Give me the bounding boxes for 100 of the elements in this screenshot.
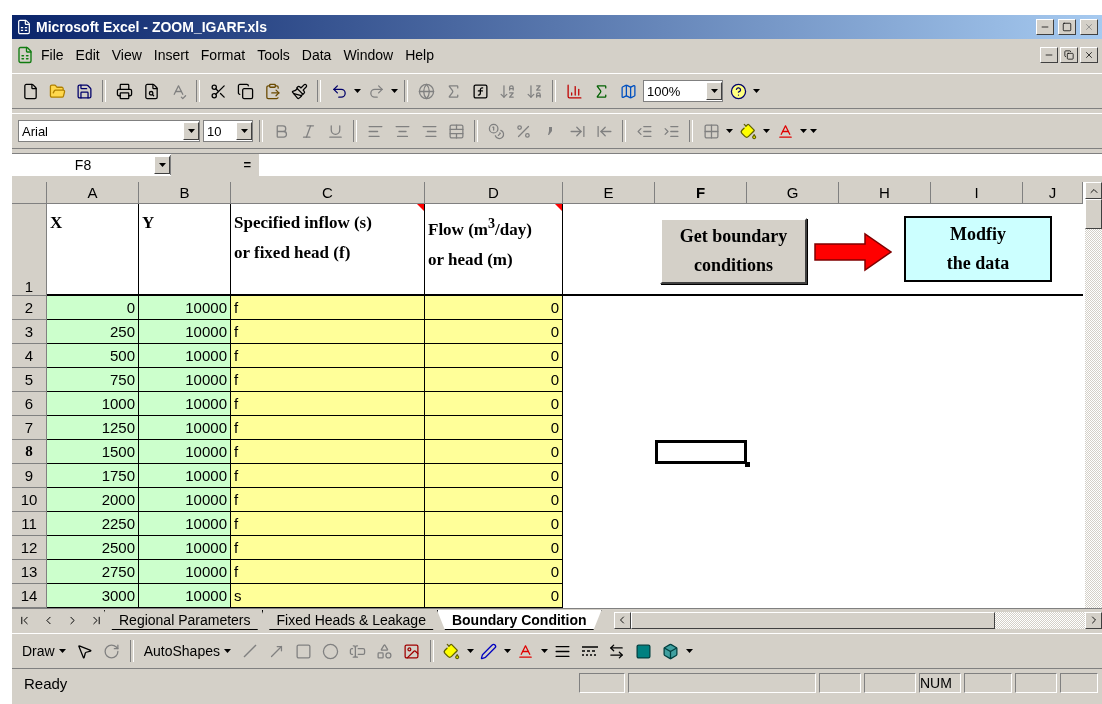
font-size-field[interactable]: 10 [203,120,253,142]
clip-art-icon [403,642,421,660]
cube-icon [662,642,680,660]
row-header[interactable]: 2 [12,296,47,320]
column-header[interactable]: J [1023,182,1083,204]
row-header[interactable]: 8 [12,440,47,464]
help-icon [729,82,747,100]
table-cell: 10000 [139,488,231,512]
redo-icon [367,82,385,100]
row-header[interactable]: 4 [12,344,47,368]
scroll-thumb[interactable] [1085,199,1102,229]
scroll-right-button[interactable] [1085,611,1102,629]
column-header[interactable]: C [231,182,425,204]
caret-icon [223,649,231,653]
table-cell: 0 [425,584,563,608]
row-header[interactable]: 6 [12,392,47,416]
table-cell: 0 [425,416,563,440]
bar-chart-icon [565,82,583,100]
macro-button[interactable]: Modfiy the data [904,216,1052,282]
row-header[interactable]: 13 [12,560,47,584]
table-cell: 0 [425,392,563,416]
close-button[interactable] [1080,47,1098,63]
caret-icon [466,649,474,653]
row-header[interactable]: 1 [12,204,47,296]
column-header[interactable]: D [425,182,563,204]
menu-item[interactable]: File [36,45,69,65]
select-all-corner[interactable] [12,182,47,204]
menu-item[interactable]: Edit [70,45,105,65]
row-header[interactable]: 3 [12,320,47,344]
row-header[interactable]: 14 [12,584,47,608]
minimize-button[interactable] [1040,47,1058,63]
column-header[interactable]: E [563,182,655,204]
close-icon [1084,50,1094,60]
arrow-style-icon [608,642,626,660]
table-cell: 10000 [139,368,231,392]
column-header[interactable]: I [931,182,1023,204]
menu-item[interactable]: Insert [148,45,194,65]
underline-icon [326,122,344,140]
row-header[interactable]: 9 [12,464,47,488]
dropdown-button[interactable] [706,82,722,100]
menu-item[interactable]: Format [195,45,251,65]
table-cell: 10000 [139,416,231,440]
spreadsheet-icon [16,19,32,35]
merge-cells-icon [447,122,465,140]
column-header[interactable]: A [47,182,139,204]
table-cell: f [231,560,425,584]
table-cell: 0 [425,488,563,512]
formula-equals[interactable]: = [171,154,259,176]
column-header[interactable]: H [839,182,931,204]
table-cell: 10000 [139,392,231,416]
menu-item[interactable]: Data [296,45,337,65]
macro-button[interactable]: Get boundary conditions [660,218,807,284]
horizontal-scrollbar[interactable] [613,611,1102,629]
table-cell: 1250 [47,416,139,440]
sheet-tab[interactable]: Boundary Condition [436,610,602,630]
menu-item[interactable]: Help [400,45,439,65]
row-header[interactable]: 7 [12,416,47,440]
table-cell: 0 [425,368,563,392]
caret-icon [158,163,166,167]
column-header[interactable]: G [747,182,839,204]
caret-icon [540,649,548,653]
scroll-thumb[interactable] [630,611,995,629]
status-pane [819,673,861,693]
name-box[interactable]: F8 [12,155,171,175]
close-button[interactable] [1080,19,1098,35]
restore-button[interactable] [1060,47,1078,63]
caret-icon [354,89,361,93]
autoshapes-menu-button[interactable]: AutoShapes [139,639,235,663]
menu-item[interactable]: View [106,45,147,65]
undo-icon [330,82,348,100]
font-field[interactable]: Arial [18,120,200,142]
scissors-icon [209,82,227,100]
table-cell: 0 [425,536,563,560]
dropdown-button[interactable] [183,122,199,140]
row-header[interactable]: 12 [12,536,47,560]
menu-item[interactable]: Window [338,45,399,65]
pointer-icon [76,642,94,660]
borders-icon [702,122,720,140]
table-cell: f [231,488,425,512]
row-header[interactable]: 10 [12,488,47,512]
num-lock-indicator: NUM [919,673,961,693]
table-cell: f [231,320,425,344]
scroll-up-button[interactable] [1085,182,1102,199]
table-cell: f [231,344,425,368]
table-cell: f [231,536,425,560]
scroll-left-button[interactable] [613,611,631,629]
dropdown-button[interactable] [154,156,170,174]
dropdown-button[interactable] [236,122,252,140]
menu-item[interactable]: Tools [252,45,295,65]
zoom-field[interactable]: 100% [643,80,723,102]
column-header[interactable]: B [139,182,231,204]
active-cell[interactable] [655,440,747,464]
row-header[interactable]: 11 [12,512,47,536]
vertical-scrollbar[interactable] [1085,182,1102,608]
row-header[interactable]: 5 [12,368,47,392]
column-header[interactable]: F [655,182,747,204]
draw-menu-button[interactable]: Draw [18,639,70,663]
minimize-button[interactable] [1036,19,1054,35]
caret-icon [710,89,718,93]
maximize-button[interactable] [1058,19,1076,35]
